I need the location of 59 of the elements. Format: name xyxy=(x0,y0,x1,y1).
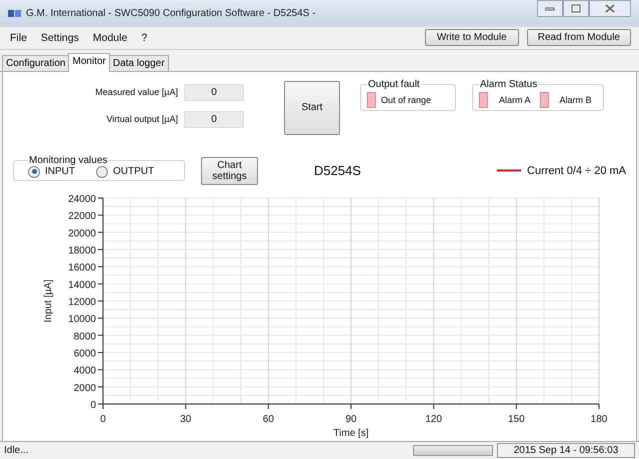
close-button[interactable] xyxy=(589,0,631,17)
radio-label: OUTPUT xyxy=(113,166,154,178)
y-tick-label: 6000 xyxy=(74,348,96,360)
y-axis-label: Input [µA] xyxy=(43,279,54,322)
group-title: Alarm Status xyxy=(479,78,538,90)
readout-label: Measured value [µA] xyxy=(94,87,178,98)
toolbar-button[interactable]: Write to Module xyxy=(424,29,519,46)
indicator-label: Alarm A xyxy=(499,94,531,105)
minimize-icon xyxy=(545,6,555,10)
readout-field: 0 xyxy=(184,110,244,128)
group-title: Monitoring values xyxy=(28,154,108,166)
y-tick-label: 8000 xyxy=(74,330,96,342)
maximize-button[interactable] xyxy=(563,0,589,17)
y-tick-label: 12000 xyxy=(68,296,96,308)
x-tick-label: 150 xyxy=(508,414,525,425)
group-title: Output fault xyxy=(367,78,421,90)
radio-button[interactable] xyxy=(28,166,40,178)
y-tick-label: 20000 xyxy=(68,228,96,239)
x-tick-label: 30 xyxy=(180,414,192,425)
app-logo-icon xyxy=(8,9,22,18)
y-tick-label: 18000 xyxy=(68,245,96,256)
x-tick-label: 60 xyxy=(262,414,274,425)
x-tick-label: 120 xyxy=(425,414,442,425)
indicator-label: Alarm B xyxy=(560,94,592,105)
minimize-button[interactable] xyxy=(537,0,563,17)
menu-item[interactable]: Module xyxy=(92,32,128,44)
maximize-icon xyxy=(571,4,581,13)
start-button[interactable]: Start xyxy=(284,80,340,135)
y-tick-label: 14000 xyxy=(68,279,96,290)
y-tick-label: 0 xyxy=(90,400,96,411)
x-tick-label: 180 xyxy=(590,414,608,425)
y-tick-label: 24000 xyxy=(68,194,96,205)
chart-settings-button[interactable]: Chart settings xyxy=(201,156,258,185)
chart-title: D5254S xyxy=(314,163,361,178)
toolbar-button[interactable]: Read from Module xyxy=(526,29,631,46)
radio-label: INPUT xyxy=(45,166,75,178)
readout-field: 0 xyxy=(184,84,244,101)
menu-item[interactable]: Settings xyxy=(40,32,79,44)
tab[interactable]: Data logger xyxy=(108,54,169,71)
y-tick-label: 16000 xyxy=(68,262,96,274)
tab[interactable]: Monitor xyxy=(68,52,110,72)
menu-item[interactable]: File xyxy=(10,32,27,44)
timestamp: 2015 Sep 14 - 09:56:03 xyxy=(497,442,635,458)
readout-label: Virtual output [µA] xyxy=(105,114,178,124)
menu-item[interactable]: ? xyxy=(141,32,148,44)
y-tick-label: 22000 xyxy=(68,210,96,222)
legend-label: Current 0/4 ÷ 20 mA xyxy=(527,164,626,177)
y-tick-label: 10000 xyxy=(68,314,96,325)
indicator-label: Out of range xyxy=(381,94,432,105)
x-tick-label: 0 xyxy=(100,414,106,425)
x-axis-label: Time [s] xyxy=(333,428,369,438)
y-tick-label: 2000 xyxy=(74,382,96,394)
x-tick-label: 90 xyxy=(345,414,357,425)
close-icon xyxy=(605,4,615,13)
window-title: G.M. International - SWC5090 Configuration Software - D5254S - xyxy=(26,8,316,20)
radio-button[interactable] xyxy=(96,166,108,178)
status-text: Idle... xyxy=(4,444,28,456)
y-tick-label: 4000 xyxy=(74,365,96,376)
tab[interactable]: Configuration xyxy=(2,54,70,71)
